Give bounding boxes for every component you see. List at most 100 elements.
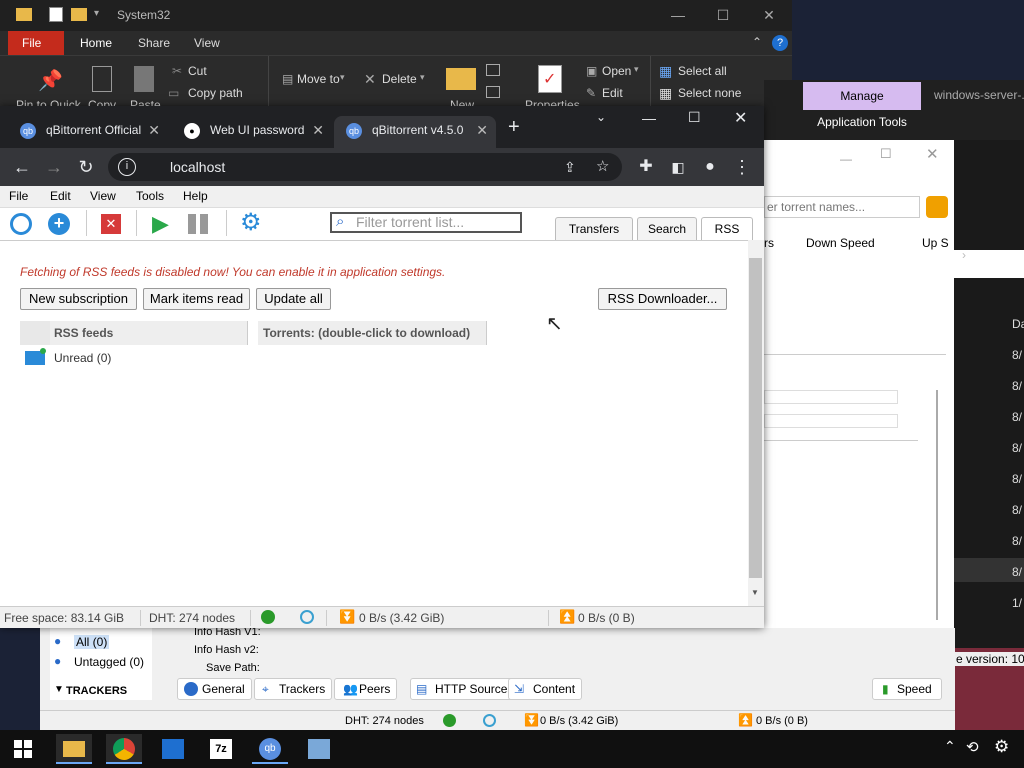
delete-icon[interactable]: ✕ [101, 214, 121, 234]
tab-search-icon[interactable]: ⌄ [596, 110, 606, 124]
ribbon-tab-share[interactable]: Share [124, 31, 184, 55]
speed-limit-icon[interactable] [300, 610, 314, 624]
taskbar-explorer[interactable] [56, 734, 92, 764]
taskbar-resource-monitor[interactable] [301, 734, 337, 764]
tab-transfers[interactable]: Transfers [555, 217, 633, 241]
list-item[interactable]: 8/ [1012, 441, 1022, 455]
menu-view[interactable]: View [90, 189, 116, 203]
select-none-button[interactable]: Select none [678, 86, 741, 100]
filter-torrent-input[interactable]: ⌕ Filter torrent list... [330, 212, 522, 233]
column-header-partial[interactable]: rs [764, 236, 774, 250]
list-item[interactable]: 8/ [1012, 379, 1022, 393]
settings-gear-icon[interactable]: ⚙ [994, 737, 1009, 757]
unread-feed-item[interactable]: Unread (0) [54, 351, 111, 365]
profile-icon[interactable]: ● [696, 153, 724, 181]
chevron-up-icon[interactable]: ⌃ [944, 738, 956, 755]
close-icon[interactable]: ✕ [926, 145, 939, 163]
add-torrent-icon[interactable]: + [48, 213, 70, 235]
add-link-icon[interactable] [10, 213, 32, 235]
ribbon-tab-server[interactable]: windows-server-... [934, 88, 1024, 102]
open-button[interactable]: Open [602, 64, 631, 78]
taskbar-7zip[interactable]: 7z [203, 734, 239, 764]
column-header-up-speed[interactable]: Up S [922, 236, 949, 250]
address-bar[interactable]: i localhost ⇪ ☆ [108, 153, 622, 181]
extensions-icon[interactable]: ✚ [632, 153, 660, 181]
site-info-icon[interactable]: i [118, 158, 136, 176]
properties-icon[interactable] [49, 7, 63, 22]
reload-icon[interactable]: ↻ [72, 153, 100, 181]
maximize-icon[interactable]: ☐ [880, 146, 892, 162]
speed-limit-icon[interactable] [483, 714, 496, 727]
options-gear-icon[interactable]: ⚙ [240, 210, 262, 236]
delete-button[interactable]: Delete [382, 72, 417, 86]
menu-edit[interactable]: Edit [50, 189, 71, 203]
close-icon[interactable]: ✕ [734, 108, 747, 128]
list-item[interactable]: 1/ [1012, 596, 1022, 610]
close-tab-icon[interactable]: ✕ [476, 116, 488, 144]
forward-icon[interactable]: → [40, 153, 68, 181]
rss-feeds-header[interactable]: RSS feeds [20, 321, 248, 345]
list-item[interactable]: 8/ [1012, 503, 1022, 517]
taskbar-chrome[interactable] [106, 734, 142, 764]
browser-tab[interactable]: qb qBittorrent Official ✕ [8, 116, 168, 148]
scroll-down-icon[interactable]: ▼ [751, 588, 759, 597]
list-item[interactable]: 8/ [1012, 472, 1022, 486]
ribbon-tab-view[interactable]: View [180, 31, 234, 55]
list-item[interactable]: 8/ [1012, 348, 1022, 362]
close-tab-icon[interactable]: ✕ [148, 116, 160, 144]
minimize-icon[interactable]: — [655, 0, 701, 31]
close-icon[interactable]: ✕ [746, 0, 792, 31]
menu-kebab-icon[interactable]: ⋮ [728, 153, 756, 181]
scrollbar[interactable] [936, 390, 938, 620]
ribbon-tab-home[interactable]: Home [66, 31, 127, 55]
bookmark-star-icon[interactable]: ☆ [596, 153, 609, 181]
torrents-header[interactable]: Torrents: (double-click to download) [258, 321, 487, 345]
trackers-header[interactable]: TRACKERS [66, 685, 127, 697]
update-icon[interactable]: ⟲ [966, 738, 979, 756]
menu-file[interactable]: File [9, 189, 28, 203]
filter-untagged[interactable]: Untagged (0) [74, 655, 144, 669]
rss-downloader-button[interactable]: RSS Downloader... [598, 288, 727, 310]
list-item[interactable]: 8/ [1012, 534, 1022, 548]
share-icon[interactable]: ⇪ [564, 153, 576, 181]
vertical-scrollbar[interactable]: ▼ [748, 240, 764, 606]
edit-button[interactable]: Edit [602, 86, 623, 100]
maximize-icon[interactable]: ☐ [700, 0, 746, 31]
help-icon[interactable]: ? [772, 35, 788, 51]
menu-help[interactable]: Help [183, 189, 208, 203]
start-icon[interactable] [14, 740, 32, 758]
pause-icon[interactable] [188, 214, 196, 234]
close-tab-icon[interactable]: ✕ [312, 116, 324, 144]
menu-tools[interactable]: Tools [136, 189, 164, 203]
resume-icon[interactable]: ▶ [152, 212, 169, 236]
move-to-button[interactable]: Move to [297, 72, 340, 86]
chevron-right-icon[interactable]: › [962, 248, 966, 262]
new-tab-icon[interactable]: + [508, 116, 520, 139]
chevron-down-icon[interactable]: ▼ [54, 684, 64, 695]
update-all-button[interactable]: Update all [256, 288, 331, 310]
column-header-down-speed[interactable]: Down Speed [806, 236, 875, 250]
ribbon-tab-file[interactable]: File [8, 31, 64, 55]
new-item-icon[interactable] [486, 64, 500, 76]
list-item[interactable]: 8/ [1012, 565, 1022, 579]
side-panel-icon[interactable]: ◧ [664, 153, 692, 181]
maximize-icon[interactable]: ☐ [688, 109, 701, 126]
column-header-date[interactable]: Da [1012, 317, 1024, 331]
new-folder-icon[interactable] [71, 8, 87, 21]
minimize-icon[interactable]: — [642, 110, 656, 126]
select-all-button[interactable]: Select all [678, 64, 727, 78]
filter-all[interactable]: All (0) [74, 635, 110, 649]
easy-access-icon[interactable] [486, 86, 500, 98]
mark-items-read-button[interactable]: Mark items read [143, 288, 250, 310]
copy-path-button[interactable]: Copy path [188, 86, 243, 100]
ribbon-tab-manage[interactable]: Manage [803, 82, 921, 110]
browser-tab-active[interactable]: qb qBittorrent v4.5.0 ✕ [334, 116, 496, 148]
minimize-icon[interactable]: — [840, 152, 852, 166]
chevron-down-icon[interactable]: ▾ [94, 8, 99, 19]
list-item[interactable]: 8/ [1012, 410, 1022, 424]
browser-tab[interactable]: ● Web UI password ✕ [172, 116, 332, 148]
cut-button[interactable]: Cut [188, 64, 207, 78]
scrollbar-thumb[interactable] [749, 258, 762, 578]
back-icon[interactable]: ← [8, 153, 36, 181]
new-subscription-button[interactable]: New subscription [20, 288, 137, 310]
